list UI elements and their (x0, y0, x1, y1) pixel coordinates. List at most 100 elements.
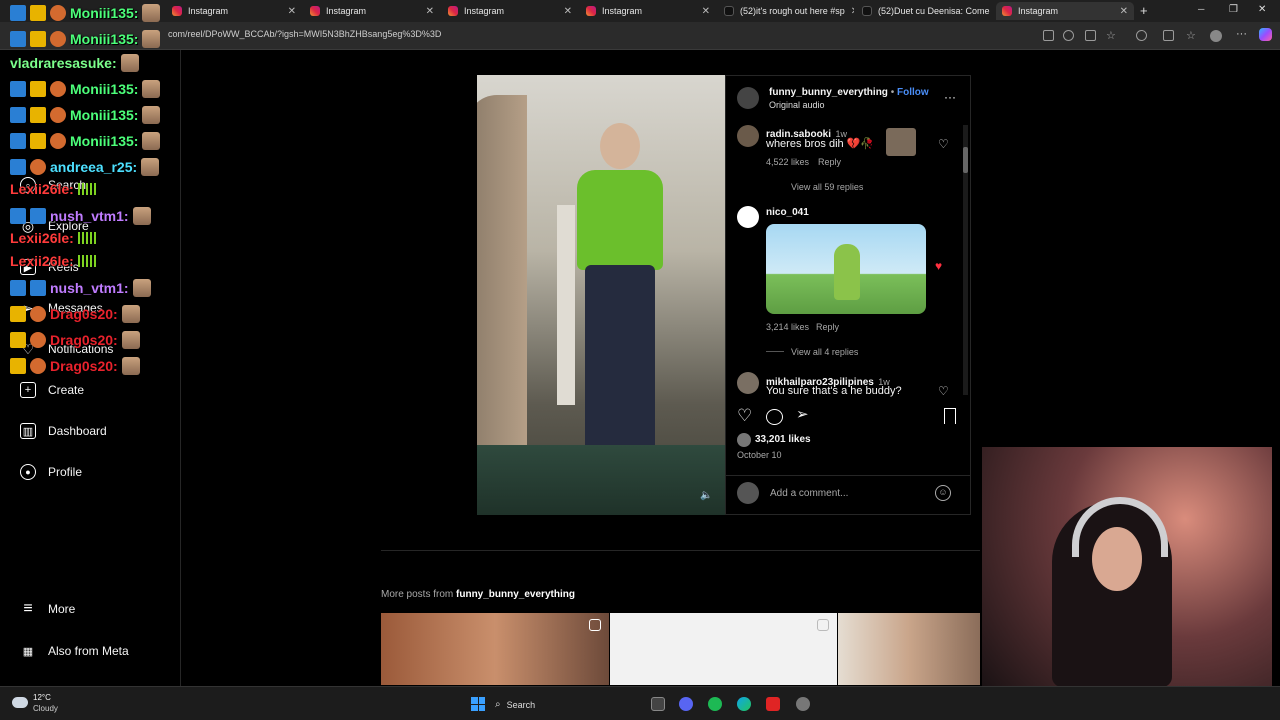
extensions-icon[interactable] (1163, 30, 1174, 41)
edge-icon[interactable] (737, 697, 751, 711)
browser-tab[interactable]: Instagram ✕ (996, 2, 1134, 20)
weather-temp[interactable]: 12°C (33, 693, 51, 702)
chat-message: Moniii135: (10, 4, 161, 22)
settings-icon[interactable] (796, 697, 810, 711)
chat-badge-icon (10, 31, 26, 47)
share-icon[interactable]: ➢ (796, 405, 809, 423)
comment-avatar-2[interactable] (737, 206, 759, 228)
zoom-icon[interactable] (1063, 30, 1074, 41)
tiktok-icon (724, 6, 734, 16)
tab-close-icon[interactable]: ✕ (288, 6, 296, 17)
comment-like-icon-3[interactable]: ♡ (938, 384, 949, 398)
favorites-icon[interactable]: ☆ (1186, 29, 1197, 42)
nav-also-from-meta[interactable]: ▦ Also from Meta (20, 643, 129, 659)
comment-likes-2[interactable]: 3,214 likes (766, 322, 809, 332)
likes-count[interactable]: 33,201 likes (755, 434, 811, 445)
more-post-thumb-3[interactable] (838, 613, 980, 685)
view-replies-button[interactable]: View all 59 replies (791, 182, 863, 192)
discord-icon[interactable] (679, 697, 693, 711)
reel-video[interactable] (477, 75, 725, 515)
nav-more[interactable]: ≡ More (20, 600, 75, 617)
comment-reply-button-2[interactable]: Reply (816, 322, 839, 332)
chat-badge-icon (30, 358, 46, 374)
browser-tab[interactable]: Instagram ✕ (442, 2, 578, 20)
comment-likes[interactable]: 4,522 likes (766, 157, 809, 167)
comment-gif[interactable] (766, 224, 926, 314)
chat-username: nush_vtm1: (50, 208, 129, 224)
view-replies-button-2[interactable]: View all 4 replies (791, 347, 858, 357)
browser-tab[interactable]: (52)Duet cu Deenisa: Come✕ (856, 2, 994, 20)
save-icon[interactable] (944, 408, 956, 424)
minimize-button[interactable]: ─ (1198, 4, 1204, 14)
refresh-icon[interactable] (1136, 30, 1147, 41)
chat-username: Moniii135: (70, 81, 139, 97)
video-door (557, 205, 575, 405)
nav-dashboard[interactable]: ▥ Dashboard (20, 423, 107, 439)
add-comment-input[interactable]: Add a comment... (770, 488, 848, 499)
url-field[interactable]: com/reel/DPoWW_BCCAb/?igsh=MWI5N3BhZHBsa… (168, 29, 441, 39)
nav-profile[interactable]: ● Profile (20, 464, 82, 480)
start-tile (471, 697, 478, 704)
comment-avatar[interactable] (737, 125, 759, 147)
menu-icon[interactable]: ··· (1236, 28, 1247, 40)
more-post-thumb-1[interactable] (381, 613, 609, 685)
comments-scrollbar[interactable] (963, 125, 968, 395)
start-button[interactable] (471, 697, 485, 711)
tab-close-icon[interactable]: ✕ (426, 6, 434, 17)
tab-close-icon[interactable]: ✕ (564, 6, 572, 17)
reader-icon[interactable] (1043, 30, 1054, 41)
taskbar-search[interactable]: ⌕ Search (495, 696, 625, 713)
app-red-icon[interactable] (766, 697, 780, 711)
weather-icon[interactable] (12, 697, 28, 708)
follow-button[interactable]: Follow (897, 87, 929, 98)
browser-tab[interactable]: (52)it's rough out here #sp ✕ (718, 2, 854, 20)
read-aloud-icon[interactable] (1085, 30, 1096, 41)
tab-close-icon[interactable]: ✕ (851, 6, 854, 17)
audio-label[interactable]: Original audio (769, 100, 825, 110)
author-avatar[interactable] (737, 87, 759, 109)
like-icon[interactable]: ♡ (737, 406, 752, 426)
browser-profile-avatar[interactable] (1210, 30, 1222, 42)
grid-icon: ▦ (22, 645, 34, 658)
comment-liked-icon[interactable]: ♥ (935, 259, 942, 273)
file-explorer-icon[interactable] (651, 697, 665, 711)
post-more-button[interactable]: ··· (944, 90, 956, 104)
close-window-button[interactable]: ✕ (1258, 4, 1266, 15)
more-posts-prefix: More posts from (381, 589, 454, 600)
scrollbar-thumb[interactable] (963, 147, 968, 173)
volume-icon[interactable]: 🔈 (700, 490, 712, 501)
browser-tab[interactable]: Instagram ✕ (166, 2, 302, 20)
tab-close-icon[interactable]: ✕ (1120, 6, 1128, 17)
sticker-image (886, 128, 916, 156)
comment-reply-button[interactable]: Reply (818, 157, 841, 167)
more-post-thumb-2[interactable] (610, 613, 837, 685)
restore-button[interactable]: ❐ (1229, 4, 1238, 15)
tab-title: Instagram (602, 6, 643, 16)
chat-username: andreea_r25: (50, 159, 138, 175)
comment-avatar-3[interactable] (737, 372, 759, 394)
tab-title: (52)it's rough out here #sp (740, 6, 845, 16)
more-posts-author[interactable]: funny_bunny_everything (456, 589, 575, 600)
chat-badge-icon (10, 133, 26, 149)
video-pants (585, 265, 655, 465)
chat-message: Drag0s20: (10, 331, 140, 349)
browser-tab[interactable]: Instagram ✕ (304, 2, 440, 20)
spotify-icon[interactable] (708, 697, 722, 711)
browser-tab[interactable]: Instagram ✕ (580, 2, 716, 20)
author-name[interactable]: funny_bunny_everything (769, 87, 888, 98)
nav-create[interactable]: + Create (20, 382, 84, 398)
emoji-icon[interactable]: ☺ (935, 485, 951, 501)
comment-user-2[interactable]: nico_041 (766, 207, 809, 218)
comment-icon[interactable] (766, 409, 783, 425)
favorite-star-icon[interactable]: ☆ (1106, 29, 1117, 42)
video-head (600, 123, 640, 169)
tiktok-icon (862, 6, 872, 16)
chat-badge-icon (50, 5, 66, 21)
weather-desc[interactable]: Cloudy (33, 704, 58, 713)
tab-close-icon[interactable]: ✕ (702, 6, 710, 17)
likers-avatar[interactable] (737, 433, 751, 447)
new-tab-button[interactable]: + (1140, 3, 1148, 18)
copilot-icon[interactable] (1259, 28, 1272, 41)
chat-message: Lexii26le: (10, 253, 98, 269)
comment-like-icon[interactable]: ♡ (938, 137, 949, 151)
